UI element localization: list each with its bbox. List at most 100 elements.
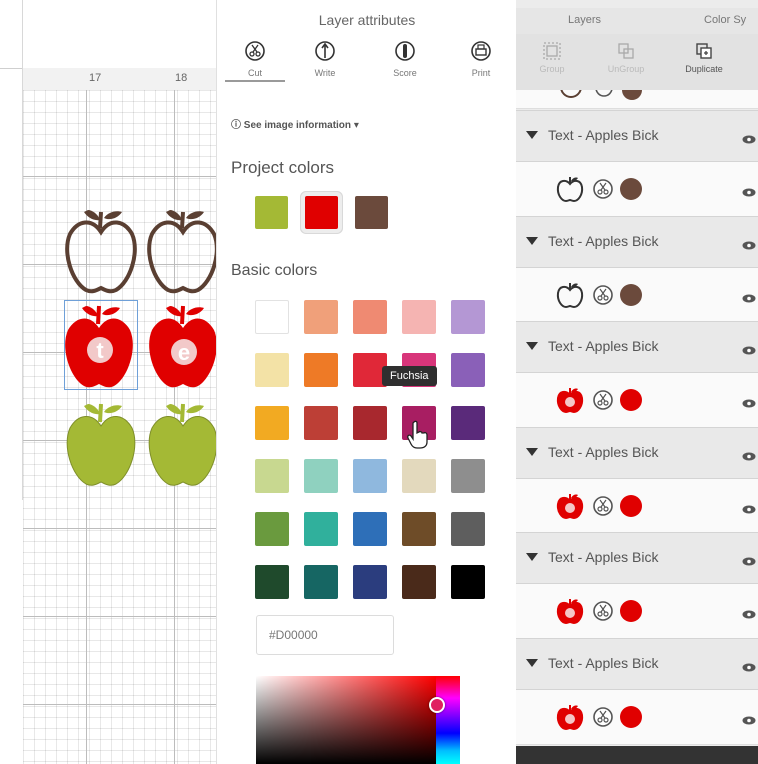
layer-color-dot[interactable]: [620, 178, 642, 200]
visibility-eye-icon[interactable]: [742, 395, 756, 408]
visibility-eye-icon[interactable]: [742, 606, 756, 619]
layer-item-row[interactable]: [516, 689, 758, 745]
layer-group-name: Text - Apples Bick: [548, 338, 659, 354]
design-canvas[interactable]: 17 18 t e: [0, 0, 219, 764]
layer-group-row[interactable]: Text - Apples Bick: [516, 110, 758, 162]
layer-item-row[interactable]: [516, 373, 758, 428]
layer-item-partial[interactable]: [516, 90, 758, 109]
layer-color-dot[interactable]: [620, 705, 642, 728]
selection-box[interactable]: [64, 300, 138, 390]
visibility-eye-icon[interactable]: [742, 448, 756, 460]
project-color-swatch[interactable]: [305, 196, 338, 229]
apple-green-image[interactable]: [146, 398, 220, 490]
cut-operation-icon[interactable]: [592, 600, 614, 622]
hex-color-input[interactable]: [256, 615, 394, 655]
basic-color-swatch[interactable]: [255, 565, 289, 599]
layer-group-row[interactable]: Text - Apples Bick: [516, 426, 758, 479]
basic-color-swatch[interactable]: [402, 565, 436, 599]
cut-operation-icon[interactable]: [592, 706, 614, 728]
caret-down-icon[interactable]: [526, 658, 538, 667]
basic-color-swatch[interactable]: [304, 300, 338, 334]
basic-color-swatch[interactable]: [451, 300, 485, 334]
pen-icon: [315, 41, 335, 61]
basic-color-swatch[interactable]: [304, 459, 338, 493]
hue-slider-handle[interactable]: [429, 697, 445, 713]
apple-outline-image[interactable]: [64, 204, 138, 296]
basic-color-swatch[interactable]: [353, 300, 387, 334]
layer-group-row[interactable]: Text - Apples Bick: [516, 321, 758, 373]
layer-item-row[interactable]: [516, 267, 758, 323]
basic-color-swatch[interactable]: [451, 406, 485, 440]
group-button[interactable]: Group: [522, 42, 582, 74]
project-color-swatch[interactable]: [255, 196, 288, 229]
visibility-eye-icon[interactable]: [742, 237, 756, 249]
layer-item-row[interactable]: [516, 584, 758, 639]
layer-group-name: Text - Apples Bick: [548, 443, 659, 460]
basic-color-swatch[interactable]: [255, 300, 289, 334]
visibility-eye-icon[interactable]: [742, 712, 756, 724]
layer-color-dot[interactable]: [620, 600, 642, 622]
basic-color-swatch[interactable]: [451, 512, 485, 546]
apple-red-letter-e[interactable]: e: [146, 300, 220, 392]
layer-color-dot[interactable]: [620, 494, 642, 517]
tab-color-sync[interactable]: Color Sy: [704, 14, 746, 26]
layer-color-dot[interactable]: [620, 283, 642, 306]
layer-item-row[interactable]: [516, 162, 758, 217]
see-image-information-link[interactable]: ⓘ See image information ▾: [231, 116, 359, 131]
basic-color-swatch[interactable]: [255, 406, 289, 440]
canvas-left-margin: [0, 0, 23, 500]
basic-color-swatch[interactable]: [402, 512, 436, 546]
basic-color-swatch[interactable]: [304, 512, 338, 546]
basic-color-swatch[interactable]: [353, 565, 387, 599]
apple-green-image[interactable]: [64, 398, 138, 490]
basic-color-swatch[interactable]: [402, 459, 436, 493]
hue-slider[interactable]: [436, 676, 460, 764]
basic-color-swatch[interactable]: [451, 565, 485, 599]
caret-down-icon[interactable]: [526, 342, 538, 350]
ruler-tick-label: 18: [175, 72, 188, 84]
basic-color-swatch[interactable]: [402, 300, 436, 334]
visibility-eye-icon[interactable]: [742, 553, 756, 566]
group-icon: [543, 42, 561, 60]
color-picker-gradient[interactable]: [256, 676, 436, 764]
score-button[interactable]: Score: [375, 40, 435, 78]
layer-color-dot[interactable]: [620, 389, 642, 411]
basic-color-swatch[interactable]: [353, 406, 387, 440]
print-button[interactable]: Print: [451, 40, 511, 78]
basic-color-swatch[interactable]: [353, 512, 387, 546]
caret-down-icon[interactable]: [526, 447, 538, 456]
project-color-swatch[interactable]: [355, 196, 388, 229]
cut-operation-icon[interactable]: [592, 495, 614, 517]
basic-color-swatch[interactable]: [451, 353, 485, 387]
layer-group-row[interactable]: Text - Apples Bick: [516, 215, 758, 268]
basic-color-swatch[interactable]: [255, 512, 289, 546]
layer-group-row[interactable]: Text - Apples Bick: [516, 532, 758, 584]
visibility-eye-icon[interactable]: [742, 131, 756, 144]
visibility-eye-icon[interactable]: [742, 501, 756, 513]
apple-outline-image[interactable]: [146, 204, 220, 296]
visibility-eye-icon[interactable]: [742, 184, 756, 197]
cut-button[interactable]: Cut: [225, 40, 285, 82]
duplicate-button[interactable]: Duplicate: [674, 42, 734, 74]
cut-operation-icon[interactable]: [592, 284, 614, 306]
basic-color-swatch[interactable]: [255, 353, 289, 387]
visibility-eye-icon[interactable]: [742, 659, 756, 671]
tab-layers[interactable]: Layers: [568, 14, 601, 26]
ungroup-button[interactable]: UnGroup: [596, 42, 656, 74]
basic-color-swatch[interactable]: [255, 459, 289, 493]
basic-color-swatch[interactable]: [353, 459, 387, 493]
basic-color-swatch[interactable]: [451, 459, 485, 493]
caret-down-icon[interactable]: [526, 131, 538, 139]
visibility-eye-icon[interactable]: [742, 290, 756, 302]
layer-group-row[interactable]: Text - Apples Bick: [516, 637, 758, 690]
visibility-eye-icon[interactable]: [742, 342, 756, 355]
basic-color-swatch[interactable]: [304, 406, 338, 440]
layer-item-row[interactable]: [516, 478, 758, 534]
cut-operation-icon[interactable]: [592, 178, 614, 200]
caret-down-icon[interactable]: [526, 553, 538, 561]
cut-operation-icon[interactable]: [592, 389, 614, 411]
write-button[interactable]: Write: [295, 40, 355, 78]
basic-color-swatch[interactable]: [304, 565, 338, 599]
caret-down-icon[interactable]: [526, 236, 538, 245]
basic-color-swatch[interactable]: [304, 353, 338, 387]
